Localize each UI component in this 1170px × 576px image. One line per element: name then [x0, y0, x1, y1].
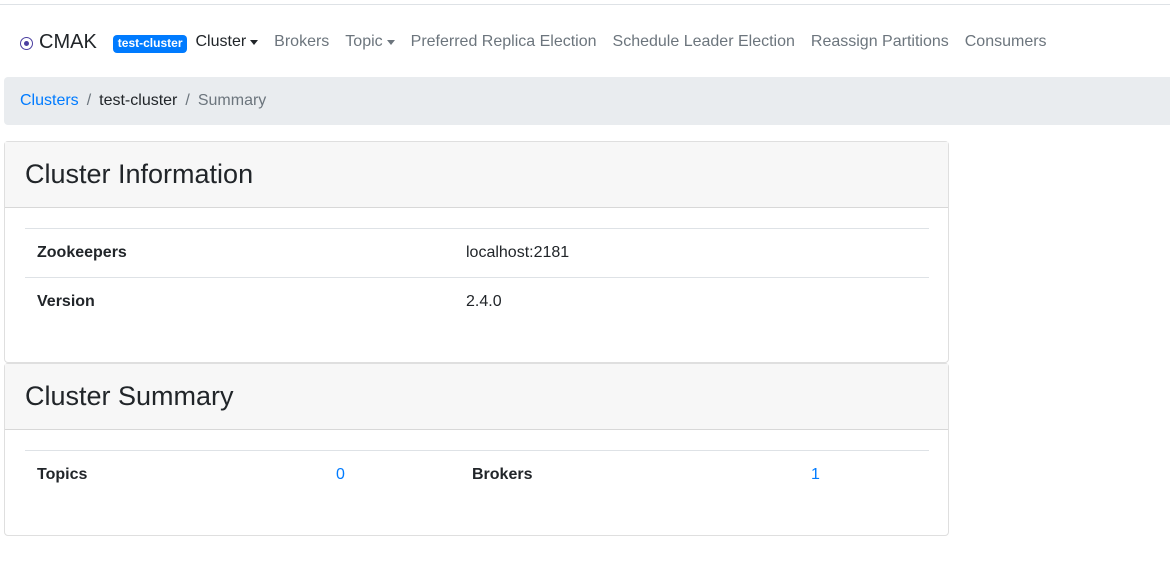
top-border [0, 4, 1170, 5]
navbar: CMAK test-cluster Cluster Brokers Topic … [20, 29, 1063, 55]
brand-link[interactable]: CMAK [20, 31, 97, 54]
brokers-count-link[interactable]: 1 [811, 451, 820, 499]
cluster-information-card: Cluster Information Zookeepers localhost… [4, 141, 949, 363]
nav-topic-dropdown[interactable]: Topic [345, 33, 395, 51]
topics-label: Topics [37, 466, 88, 483]
zookeepers-value: localhost:2181 [466, 244, 570, 261]
nav-cluster-dropdown[interactable]: Cluster [195, 33, 259, 51]
caret-down-icon [386, 40, 395, 45]
nav-consumers-label: Consumers [964, 33, 1047, 50]
breadcrumb-separator: / [185, 92, 190, 109]
cmak-logo-icon [20, 37, 33, 50]
table-row: Zookeepers localhost:2181 [25, 228, 929, 277]
table-row: Topics 0 Brokers 1 [25, 450, 929, 499]
nav-reassign-partitions[interactable]: Reassign Partitions [811, 33, 949, 51]
nav-preferred-replica-election[interactable]: Preferred Replica Election [411, 33, 597, 51]
nav-schedule-leader-election[interactable]: Schedule Leader Election [613, 33, 795, 51]
nav-topic-label: Topic [345, 33, 383, 50]
version-label: Version [37, 293, 95, 310]
nav-schedule-leader-election-label: Schedule Leader Election [612, 33, 795, 50]
breadcrumb: Clusters / test-cluster / Summary [4, 77, 1170, 125]
nav-cluster-label: Cluster [195, 33, 247, 50]
nav-brokers[interactable]: Brokers [274, 33, 329, 51]
nav-reassign-partitions-label: Reassign Partitions [810, 33, 949, 50]
topics-count-link[interactable]: 0 [336, 451, 345, 499]
breadcrumb-separator: / [86, 92, 92, 109]
nav-consumers[interactable]: Consumers [965, 33, 1047, 51]
table-row: Version 2.4.0 [25, 277, 929, 326]
cluster-summary-title: Cluster Summary [5, 364, 948, 430]
cluster-summary-card: Cluster Summary Topics 0 Brokers 1 [4, 363, 949, 536]
version-value: 2.4.0 [466, 293, 502, 310]
brokers-label: Brokers [472, 466, 533, 483]
breadcrumb-cluster: test-cluster [99, 92, 178, 109]
nav-preferred-replica-election-label: Preferred Replica Election [410, 33, 597, 50]
cluster-information-title: Cluster Information [5, 142, 948, 208]
caret-down-icon [250, 40, 259, 45]
brand-label: CMAK [39, 30, 97, 53]
breadcrumb-clusters-link[interactable]: Clusters [20, 92, 79, 110]
zookeepers-label: Zookeepers [37, 244, 127, 261]
nav-brokers-label: Brokers [274, 33, 330, 50]
breadcrumb-current: Summary [197, 92, 267, 109]
cluster-badge: test-cluster [112, 34, 188, 53]
